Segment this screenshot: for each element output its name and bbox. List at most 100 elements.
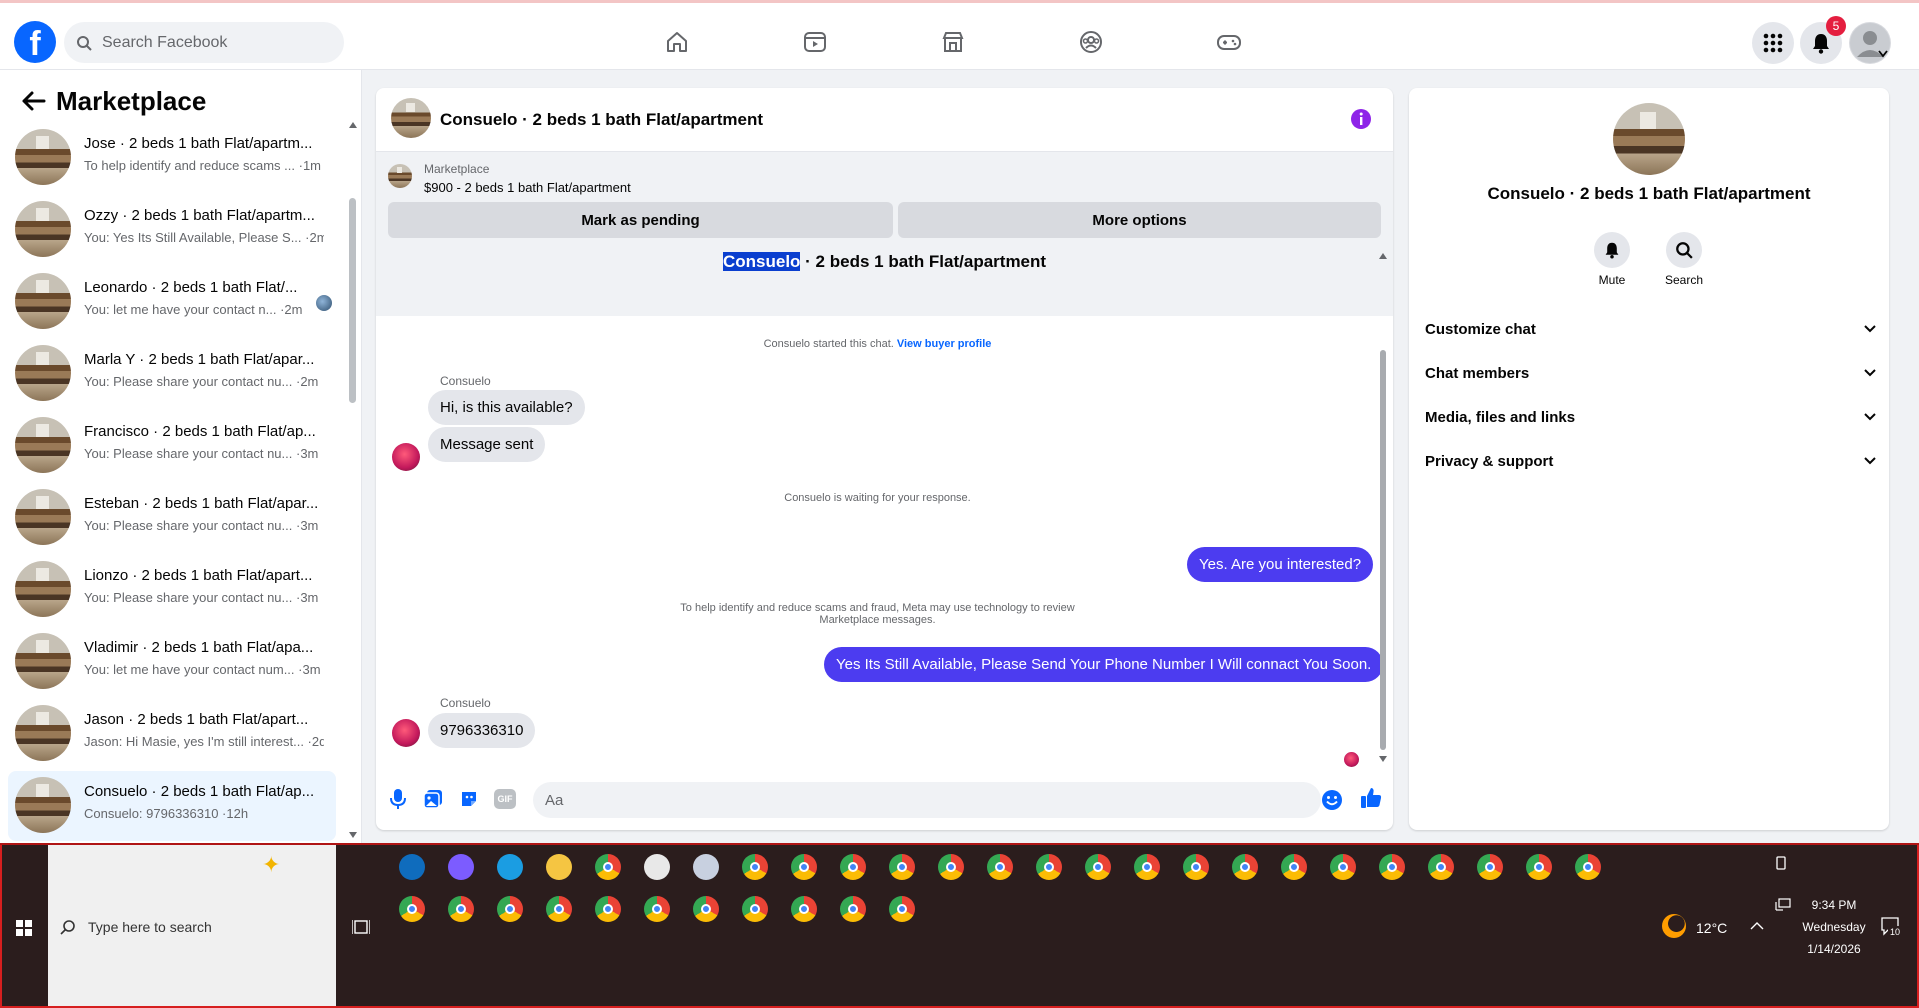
chrome-icon[interactable]	[1330, 854, 1356, 880]
message-input[interactable]: Aa	[533, 782, 1321, 818]
outlook-icon[interactable]	[399, 854, 425, 880]
chrome-icon[interactable]	[1477, 854, 1503, 880]
device-icon[interactable]	[1774, 856, 1788, 870]
clock-date[interactable]: 1/14/2026	[1794, 942, 1874, 956]
listing-title[interactable]: $900 - 2 beds 1 bath Flat/apartment	[424, 180, 631, 195]
chrome-icon[interactable]	[693, 896, 719, 922]
info-avatar[interactable]	[1613, 103, 1685, 175]
conversation-item[interactable]: Vladimir · 2 beds 1 bath Flat/apa... You:…	[8, 627, 336, 697]
outgoing-message[interactable]: Yes Its Still Available, Please Send You…	[824, 647, 1384, 682]
conversation-item[interactable]: Ozzy · 2 beds 1 bath Flat/apartm... You: …	[8, 195, 336, 265]
conversation-item[interactable]: Jose · 2 beds 1 bath Flat/apartm... To he…	[8, 123, 336, 193]
chat-scrollbar[interactable]	[1380, 350, 1386, 750]
mark-pending-button[interactable]: Mark as pending	[388, 202, 893, 238]
chrome-icon[interactable]	[1575, 854, 1601, 880]
chrome-icon[interactable]	[1428, 854, 1454, 880]
incoming-message[interactable]: 9796336310	[428, 713, 536, 748]
chrome-icon[interactable]	[987, 854, 1013, 880]
nav-video[interactable]	[785, 18, 845, 66]
sender-avatar[interactable]	[392, 443, 420, 471]
chrome-icon[interactable]	[1379, 854, 1405, 880]
incoming-message[interactable]: Hi, is this available?	[428, 390, 585, 425]
conversation-item[interactable]: Consuelo · 2 beds 1 bath Flat/ap... Consu…	[8, 771, 336, 841]
weather-icon[interactable]	[1662, 914, 1686, 938]
task-view-icon[interactable]	[352, 918, 370, 936]
conversation-item[interactable]: Francisco · 2 beds 1 bath Flat/ap... You:…	[8, 411, 336, 481]
view-buyer-profile-link[interactable]: View buyer profile	[897, 338, 992, 350]
browser-icon[interactable]	[693, 854, 719, 880]
incoming-message[interactable]: Message sent	[428, 427, 546, 462]
chrome-icon[interactable]	[399, 896, 425, 922]
info-section-row[interactable]: Privacy & support	[1425, 443, 1877, 479]
chrome-icon[interactable]	[595, 896, 621, 922]
chrome-icon[interactable]	[1134, 854, 1160, 880]
listing-thumbnail[interactable]	[388, 164, 412, 188]
search-chat-button[interactable]	[1666, 232, 1702, 268]
chat-header-avatar[interactable]	[391, 98, 431, 138]
info-section-row[interactable]: Chat members	[1425, 355, 1877, 391]
store-icon[interactable]	[644, 854, 670, 880]
windows-start-icon[interactable]	[16, 920, 32, 936]
microphone-icon[interactable]	[388, 788, 408, 810]
chrome-icon[interactable]	[791, 854, 817, 880]
conversation-item[interactable]: Marla Y · 2 beds 1 bath Flat/apar... You:…	[8, 339, 336, 409]
gif-icon[interactable]: GIF	[494, 789, 516, 809]
clock-time[interactable]: 9:34 PM	[1804, 898, 1864, 912]
chrome-icon[interactable]	[791, 896, 817, 922]
photo-icon[interactable]	[423, 789, 443, 809]
chrome-icon[interactable]	[840, 896, 866, 922]
chrome-icon[interactable]	[1085, 854, 1111, 880]
conversation-item[interactable]: Esteban · 2 beds 1 bath Flat/apar... You:…	[8, 483, 336, 553]
sticker-icon[interactable]	[459, 789, 479, 809]
chrome-icon[interactable]	[1036, 854, 1062, 880]
chrome-icon[interactable]	[595, 854, 621, 880]
chrome-icon[interactable]	[1183, 854, 1209, 880]
sidebar-scrollbar[interactable]	[349, 198, 356, 403]
scroll-up-arrow[interactable]	[349, 122, 357, 128]
info-icon[interactable]	[1350, 108, 1372, 130]
chrome-icon[interactable]	[1232, 854, 1258, 880]
back-arrow-icon[interactable]	[18, 86, 48, 116]
chrome-icon[interactable]	[546, 896, 572, 922]
chrome-icon[interactable]	[742, 854, 768, 880]
info-section-row[interactable]: Media, files and links	[1425, 399, 1877, 435]
temperature[interactable]: 12°C	[1696, 920, 1727, 936]
nav-gaming[interactable]	[1199, 18, 1259, 66]
file-explorer-icon[interactable]	[546, 854, 572, 880]
chat-scroll-down-arrow[interactable]	[1379, 756, 1387, 762]
more-options-button[interactable]: More options	[898, 202, 1381, 238]
chrome-icon[interactable]	[448, 896, 474, 922]
info-section-row[interactable]: Customize chat	[1425, 311, 1877, 347]
search-input[interactable]: Search Facebook	[64, 22, 344, 63]
thumbs-up-icon[interactable]	[1359, 786, 1383, 810]
sender-avatar[interactable]	[392, 719, 420, 747]
scroll-down-arrow[interactable]	[349, 832, 357, 838]
chrome-icon[interactable]	[889, 854, 915, 880]
chat-header-title[interactable]: Consuelo · 2 beds 1 bath Flat/apartment	[440, 110, 763, 130]
chrome-icon[interactable]	[1281, 854, 1307, 880]
chat-scroll-up-arrow[interactable]	[1379, 253, 1387, 259]
outgoing-message[interactable]: Yes. Are you interested?	[1187, 547, 1374, 582]
facebook-logo[interactable]: f	[14, 21, 56, 63]
chrome-icon[interactable]	[889, 896, 915, 922]
chrome-icon[interactable]	[742, 896, 768, 922]
conversation-item[interactable]: Leonardo · 2 beds 1 bath Flat/... You: le…	[8, 267, 336, 337]
chrome-icon[interactable]	[938, 854, 964, 880]
mute-button[interactable]	[1594, 232, 1630, 268]
chrome-icon[interactable]	[1526, 854, 1552, 880]
nav-marketplace[interactable]	[923, 18, 983, 66]
clock-day[interactable]: Wednesday	[1794, 920, 1874, 934]
conversation-item[interactable]: Jason · 2 beds 1 bath Flat/apart... Jason…	[8, 699, 336, 769]
edge-icon[interactable]	[497, 854, 523, 880]
emoji-icon[interactable]	[1321, 789, 1343, 811]
chrome-icon[interactable]	[644, 896, 670, 922]
nav-groups[interactable]	[1061, 18, 1121, 66]
chrome-icon[interactable]	[840, 854, 866, 880]
chrome-icon[interactable]	[497, 896, 523, 922]
copilot-icon[interactable]	[448, 854, 474, 880]
nav-home[interactable]	[647, 18, 707, 66]
chevron-up-icon[interactable]	[1750, 921, 1764, 931]
conversation-item[interactable]: Lionzo · 2 beds 1 bath Flat/apart... You:…	[8, 555, 336, 625]
menu-button[interactable]	[1752, 22, 1794, 64]
network-icon[interactable]	[1775, 898, 1791, 912]
